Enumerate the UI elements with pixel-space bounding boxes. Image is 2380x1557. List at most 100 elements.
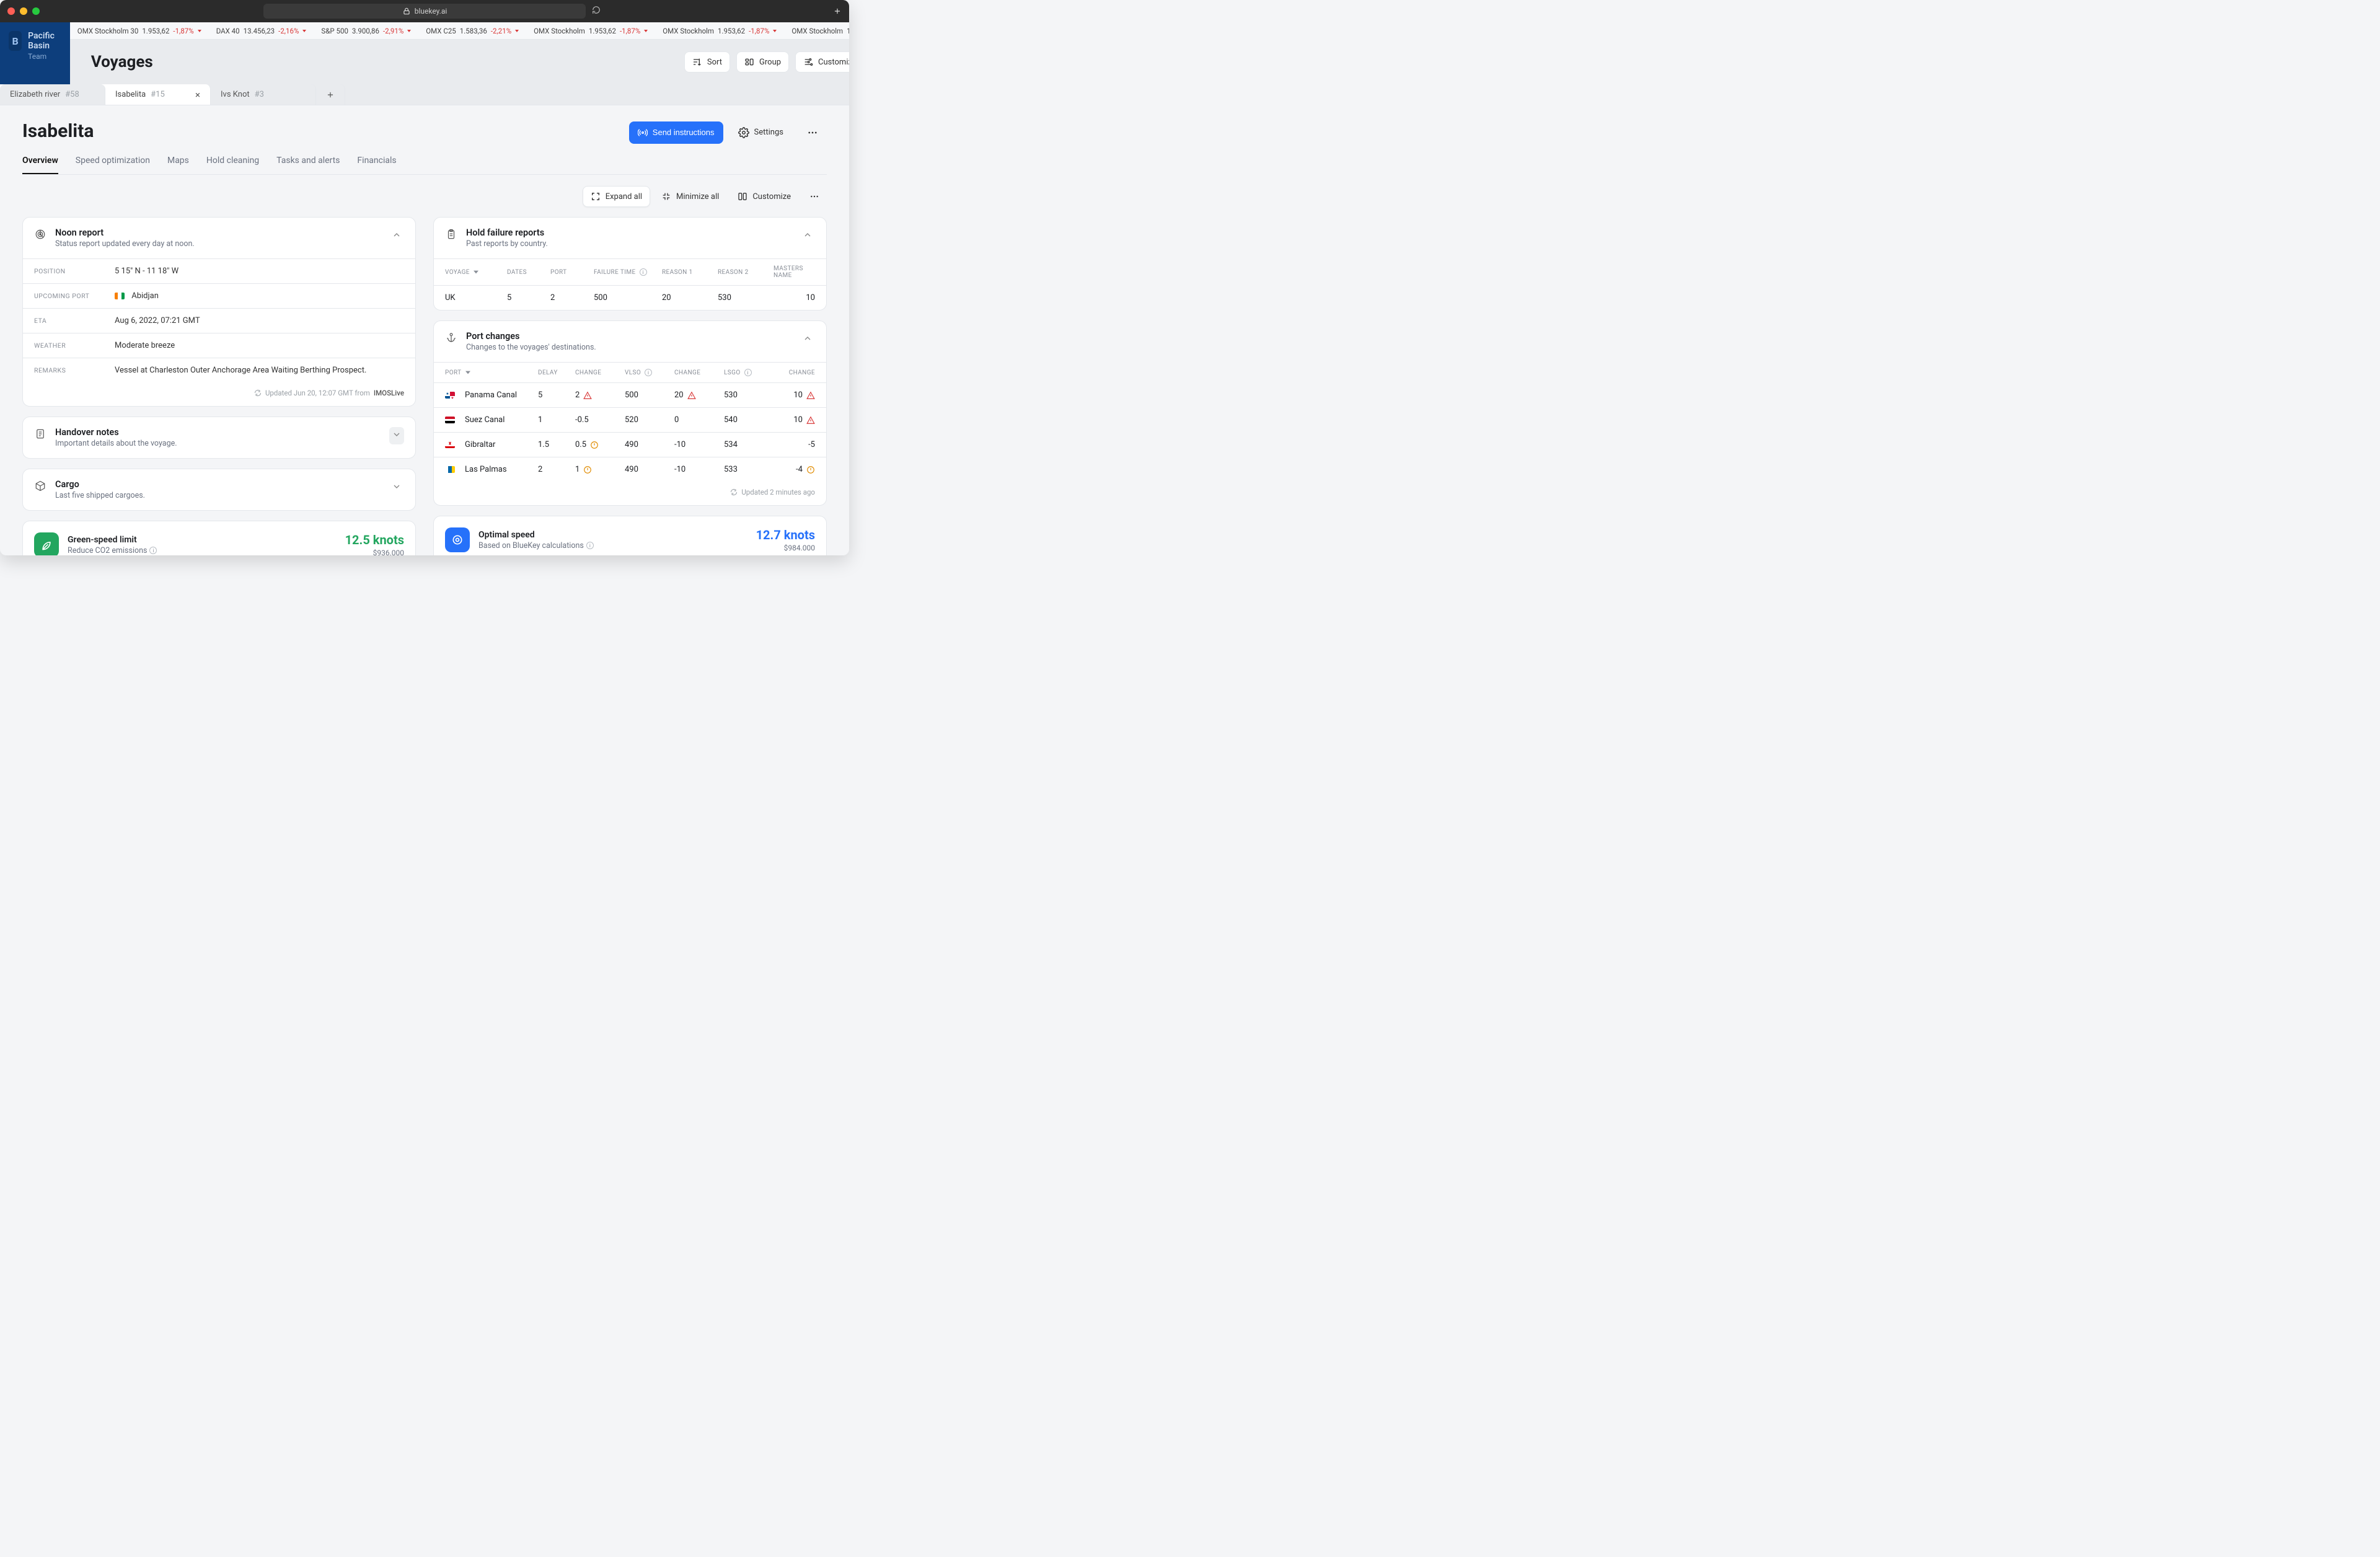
table-row[interactable]: Suez Canal 1 -0.5 520 0 540 10 bbox=[434, 408, 826, 433]
info-icon[interactable]: i bbox=[149, 547, 157, 554]
voyage-settings-button[interactable]: Settings bbox=[729, 121, 792, 144]
view-more-button[interactable] bbox=[802, 186, 827, 207]
flag-egypt-icon bbox=[445, 417, 455, 423]
ticker-item[interactable]: OMX Stockholm 1.953,62 -1,87% bbox=[791, 27, 849, 35]
alert-icon bbox=[806, 465, 815, 474]
info-icon[interactable]: i bbox=[586, 542, 594, 549]
chevron-up-icon bbox=[803, 230, 813, 240]
collapse-toggle[interactable] bbox=[800, 227, 815, 245]
voyage-tabs: Overview Speed optimization Maps Hold clean… bbox=[22, 156, 827, 175]
sort-button[interactable]: Sort bbox=[684, 51, 730, 73]
voyage-tab[interactable]: Hold cleaning bbox=[206, 156, 259, 174]
noon-eta: Aug 6, 2022, 07:21 GMT bbox=[115, 316, 200, 325]
minimize-icon bbox=[661, 192, 671, 201]
group-button[interactable]: Group bbox=[736, 51, 789, 73]
metric-title: Optimal speed bbox=[478, 530, 594, 540]
collapse-toggle[interactable] bbox=[389, 227, 404, 245]
green-speed-value: 12.5 knots bbox=[345, 532, 404, 547]
optimal-speed-value: 12.7 knots bbox=[756, 527, 815, 542]
optimal-speed-card: Optimal speed Based on BlueKey calculati… bbox=[433, 516, 827, 555]
voyage-tab[interactable]: Maps bbox=[167, 156, 189, 174]
expand-toggle[interactable] bbox=[389, 427, 404, 444]
sidebar-brand[interactable]: B Pacific Basin Team bbox=[0, 22, 70, 84]
plus-icon bbox=[326, 90, 335, 99]
customize-button[interactable]: Customize bbox=[795, 51, 849, 73]
port-changes-card: Port changes Changes to the voyages' des… bbox=[433, 320, 827, 506]
card-title: Hold failure reports bbox=[466, 227, 791, 238]
info-icon[interactable]: i bbox=[640, 268, 647, 276]
card-subtitle: Changes to the voyages' destinations. bbox=[466, 343, 791, 352]
collapse-toggle[interactable] bbox=[800, 331, 815, 348]
table-row[interactable]: UK525002053010 bbox=[434, 286, 826, 310]
radar-icon bbox=[35, 229, 46, 240]
reload-icon[interactable] bbox=[592, 6, 601, 14]
warning-icon bbox=[687, 391, 696, 400]
flag-canary-icon bbox=[445, 466, 455, 473]
noon-position: 5 15" N - 11 18" W bbox=[115, 267, 178, 276]
document-tab[interactable]: Elizabeth river #58 bbox=[0, 84, 105, 105]
url-bar[interactable]: bluekey.ai bbox=[263, 4, 586, 19]
url-text: bluekey.ai bbox=[415, 7, 447, 15]
hold-failure-card: Hold failure reports Past reports by cou… bbox=[433, 217, 827, 311]
expand-icon bbox=[591, 192, 601, 201]
col-port[interactable]: PORT bbox=[445, 369, 538, 376]
chevron-up-icon bbox=[803, 333, 813, 343]
col-voyage[interactable]: VOYAGE bbox=[445, 265, 507, 279]
chevron-up-icon bbox=[392, 230, 402, 240]
gear-icon bbox=[738, 127, 749, 138]
voyage-tab[interactable]: Overview bbox=[22, 156, 58, 174]
card-subtitle: Status report updated every day at noon. bbox=[55, 239, 381, 249]
document-tab[interactable]: Ivs Knot #3 bbox=[211, 84, 316, 105]
send-instructions-button[interactable]: Send instructions bbox=[629, 121, 723, 144]
noon-report-card: Noon report Status report updated every … bbox=[22, 217, 416, 407]
brand-sub: Team bbox=[28, 52, 61, 61]
flag-civ-icon bbox=[115, 293, 125, 299]
add-tab-button[interactable] bbox=[316, 84, 345, 105]
customize-view-button[interactable]: Customize bbox=[730, 186, 798, 207]
minimize-all-button[interactable]: Minimize all bbox=[654, 186, 726, 207]
flag-panama-icon: ★★ bbox=[445, 392, 455, 399]
alert-icon bbox=[583, 465, 592, 474]
ticker-item[interactable]: S&P 500 3.900,86 -2,91% bbox=[321, 27, 411, 35]
ticker-item[interactable]: OMX Stockholm 1.953,62 -1,87% bbox=[534, 27, 648, 35]
card-subtitle: Last five shipped cargoes. bbox=[55, 491, 381, 500]
voyage-tab[interactable]: Speed optimization bbox=[76, 156, 150, 174]
close-tab-icon[interactable]: × bbox=[195, 89, 200, 100]
sort-desc-icon bbox=[465, 370, 470, 375]
new-tab-icon[interactable] bbox=[833, 7, 842, 15]
ticker-item[interactable]: OMX Stockholm 1.953,62 -1,87% bbox=[663, 27, 777, 35]
green-speed-cost: $936.000 bbox=[345, 549, 404, 555]
ticker-item[interactable]: OMX C25 1.583,36 -2,21% bbox=[426, 27, 519, 35]
voyage-title: Isabelita bbox=[22, 120, 94, 142]
sort-desc-icon bbox=[474, 270, 478, 275]
more-button[interactable] bbox=[798, 121, 827, 144]
market-ticker: OMX Stockholm 30 1.953,62 -1,87% DAX 40 … bbox=[70, 22, 849, 40]
ticker-item[interactable]: OMX Stockholm 30 1.953,62 -1,87% bbox=[77, 27, 201, 35]
metric-title: Green-speed limit bbox=[68, 535, 157, 545]
target-icon bbox=[445, 527, 470, 552]
green-speed-card: Green-speed limit Reduce CO2 emissions i… bbox=[22, 521, 416, 555]
document-tabs: Elizabeth river #58Isabelita #15×Ivs Kno… bbox=[0, 84, 849, 105]
expand-toggle[interactable] bbox=[389, 479, 404, 496]
sliders-icon bbox=[803, 57, 813, 67]
dots-icon bbox=[807, 127, 818, 138]
card-title: Noon report bbox=[55, 227, 381, 238]
card-subtitle: Important details about the voyage. bbox=[55, 439, 381, 448]
ticker-item[interactable]: DAX 40 13.456,23 -2,16% bbox=[216, 27, 307, 35]
sort-icon bbox=[692, 57, 702, 67]
voyage-tab[interactable]: Financials bbox=[357, 156, 396, 174]
cargo-card: Cargo Last five shipped cargoes. bbox=[22, 469, 416, 511]
anchor-icon bbox=[446, 332, 457, 343]
document-tab[interactable]: Isabelita #15× bbox=[105, 84, 211, 105]
info-icon[interactable]: i bbox=[645, 369, 652, 376]
expand-all-button[interactable]: Expand all bbox=[583, 186, 650, 207]
window-controls[interactable] bbox=[7, 7, 40, 15]
chevron-down-icon bbox=[392, 482, 402, 492]
info-icon[interactable]: i bbox=[744, 369, 752, 376]
table-row[interactable]: ★★Panama Canal 5 2 500 20 530 10 bbox=[434, 383, 826, 408]
table-row[interactable]: ♜Gibraltar 1.5 0.5 490 -10 534 -5 bbox=[434, 433, 826, 457]
table-row[interactable]: Las Palmas 2 1 490 -10 533 -4 bbox=[434, 457, 826, 482]
warning-icon bbox=[806, 391, 815, 400]
card-title: Cargo bbox=[55, 479, 381, 490]
voyage-tab[interactable]: Tasks and alerts bbox=[276, 156, 340, 174]
